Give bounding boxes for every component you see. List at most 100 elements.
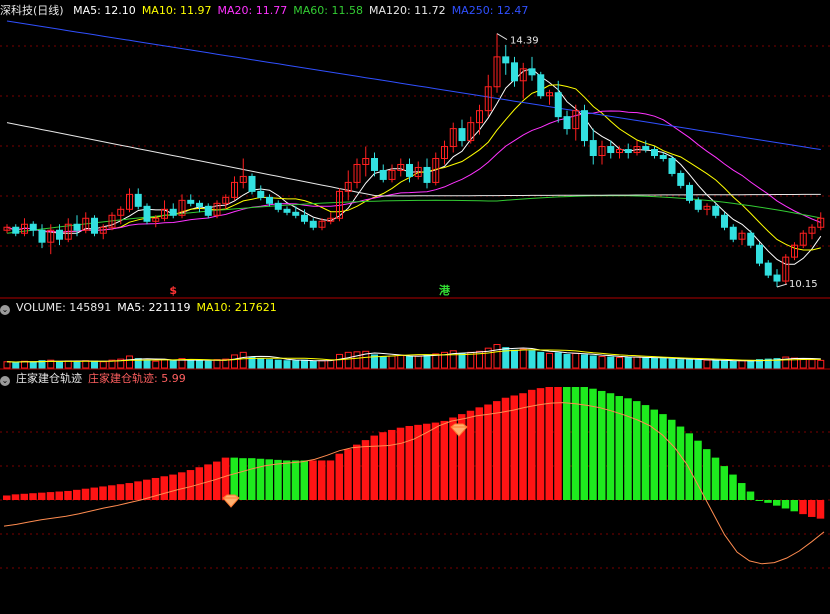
volume-bar [327, 359, 335, 369]
ma-legend-item: MA10: 11.97 [141, 4, 212, 17]
ma-line [6, 68, 822, 265]
volume-legend: VOLUME: 145891 MA5: 221119 MA10: 217621 [16, 301, 283, 314]
indicator-bar [563, 387, 571, 500]
candle-body [581, 110, 588, 142]
indicator-bar [178, 472, 186, 500]
volume-bar [414, 355, 422, 369]
volume-bar [712, 360, 720, 369]
chevron-down-icon[interactable]: ⌄ [0, 376, 10, 386]
volume-bar [607, 356, 615, 369]
indicator-bar [746, 491, 755, 500]
indicator-bar [125, 483, 133, 500]
volume-bar [581, 354, 588, 369]
volume-bar [721, 360, 728, 369]
indicator-bar [423, 423, 431, 500]
volume-bar [624, 357, 632, 369]
candle-body [266, 196, 273, 204]
candle-body [528, 68, 536, 76]
volume-bar [651, 357, 658, 369]
volume-bar [554, 352, 562, 369]
indicator-bar [493, 401, 501, 500]
indicator-bar [134, 481, 142, 500]
indicator-bar [729, 474, 737, 500]
indicator-bar [659, 414, 667, 500]
volume-bar [616, 357, 623, 369]
indicator-bar [11, 494, 20, 500]
chevron-down-icon[interactable]: ⌄ [0, 305, 10, 315]
volume-bar [12, 361, 20, 369]
volume-legend-item: MA5: 221119 [117, 301, 191, 314]
indicator-bar [808, 500, 816, 517]
indicator-value: 庄家建仓轨迹: 5.99 [88, 372, 186, 385]
indicator-bar [431, 422, 440, 500]
indicator-bar [291, 460, 300, 500]
indicator-bar [799, 500, 807, 515]
indicator-bar [81, 488, 90, 500]
indicator-bar [221, 457, 230, 500]
volume-bar [423, 354, 431, 369]
volume-bar [196, 360, 203, 369]
volume-bar [432, 353, 440, 369]
indicator-bar [335, 453, 343, 500]
indicator-bar [326, 460, 335, 500]
indicator-bar [370, 435, 378, 500]
indicator-bar [239, 458, 247, 500]
indicator-bar [29, 493, 37, 500]
indicator-bar [46, 492, 55, 500]
volume-bar [169, 360, 177, 369]
indicator-bar [650, 409, 658, 500]
volume-bar [187, 359, 195, 369]
indicator-bar [108, 485, 116, 500]
volume-bar [633, 356, 641, 369]
indicator-bar [309, 460, 317, 500]
indicator-bar [755, 500, 763, 501]
volume-bar [3, 361, 11, 369]
candle-body [196, 202, 203, 207]
candle-body [187, 199, 195, 204]
indicator-bar [475, 407, 483, 500]
volume-bar [808, 359, 816, 369]
volume-bar [344, 351, 352, 369]
volume-bar [318, 360, 326, 369]
indicator-bar [405, 425, 413, 500]
indicator-bar [720, 466, 728, 500]
volume-bar [406, 356, 413, 369]
indicator-bar [711, 457, 720, 500]
candle-body [406, 163, 413, 177]
ma-legend: MA5: 12.10 MA10: 11.97 MA20: 11.77 MA60: 11… [73, 4, 534, 17]
volume-bar [703, 359, 711, 369]
indicator-bar [169, 474, 177, 500]
candle-body [38, 229, 46, 243]
indicator-bar [703, 449, 711, 500]
indicator-bar [396, 427, 405, 500]
indicator-bar [781, 500, 790, 509]
volume-bar [257, 358, 265, 369]
indicator-bar [484, 404, 492, 500]
candle-body [554, 92, 562, 118]
volume-bar [458, 352, 466, 369]
ma-legend-item: MA250: 12.47 [451, 4, 529, 17]
indicator-bar [344, 449, 352, 500]
volume-bar [266, 359, 273, 369]
indicator-bar [361, 440, 370, 500]
candle-body [29, 223, 37, 231]
candle-body [764, 262, 772, 276]
volume-bar [519, 348, 527, 369]
volume-bar [292, 360, 300, 369]
indicator-bar [790, 500, 798, 512]
volume-bar [379, 356, 387, 369]
indicator-bar [64, 490, 72, 500]
volume-bar [747, 360, 755, 369]
candle-body [721, 214, 728, 228]
candle-body [379, 169, 387, 180]
indicator-bar [668, 419, 676, 500]
indicator-title: 庄家建仓轨迹 [16, 372, 82, 385]
indicator-bar [300, 460, 308, 500]
candle-body [143, 205, 151, 222]
candle-body [747, 232, 755, 246]
event-marker: 港 [439, 283, 451, 297]
volume-bar [213, 359, 221, 369]
indicator-bar [615, 396, 623, 500]
indicator-bar [248, 458, 256, 500]
candle-body [274, 202, 282, 210]
